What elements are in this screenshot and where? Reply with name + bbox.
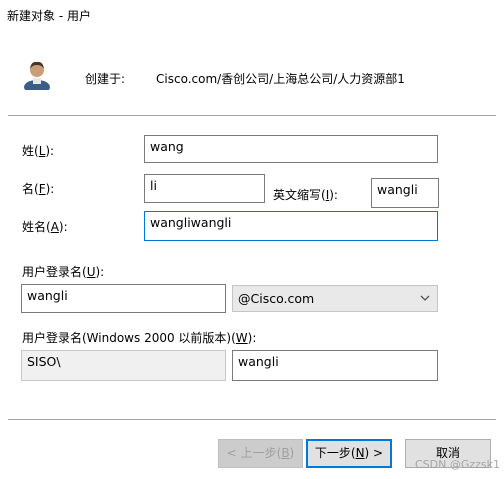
- domain-select-value: @Cisco.com: [238, 291, 315, 306]
- full-name-input[interactable]: wangliwangli: [144, 211, 438, 241]
- watermark: CSDN @Gzzsk1: [414, 458, 500, 471]
- initials-label: 英文缩写(I):: [273, 188, 338, 202]
- title-bar: 新建对象 - 用户: [0, 0, 504, 30]
- pre2000-domain-field: SISO\: [21, 350, 226, 381]
- pre2000-logon-label: 用户登录名(Windows 2000 以前版本)(W):: [22, 331, 257, 345]
- user-avatar-icon: [24, 61, 50, 90]
- logon-name-input[interactable]: wangli: [21, 284, 226, 313]
- last-name-input[interactable]: wang: [144, 135, 438, 163]
- next-button[interactable]: 下一步(N) >: [306, 439, 392, 468]
- last-name-label: 姓(L):: [22, 144, 55, 158]
- created-in-label: 创建于:: [85, 72, 126, 86]
- pre2000-logon-input[interactable]: wangli: [232, 350, 438, 381]
- back-button[interactable]: < 上一步(B): [218, 439, 303, 468]
- separator-top: [8, 115, 496, 117]
- domain-select[interactable]: @Cisco.com: [232, 285, 438, 312]
- first-name-label: 名(F):: [22, 182, 55, 196]
- first-name-input[interactable]: li: [144, 174, 265, 203]
- chevron-down-icon: [420, 295, 430, 301]
- separator-bottom: [8, 419, 496, 421]
- created-in-path: Cisco.com/香创公司/上海总公司/人力资源部1: [156, 72, 405, 86]
- window-title: 新建对象 - 用户: [7, 9, 91, 23]
- initials-input[interactable]: wangli: [371, 178, 439, 208]
- full-name-label: 姓名(A):: [22, 220, 68, 234]
- logon-name-label: 用户登录名(U):: [22, 265, 105, 279]
